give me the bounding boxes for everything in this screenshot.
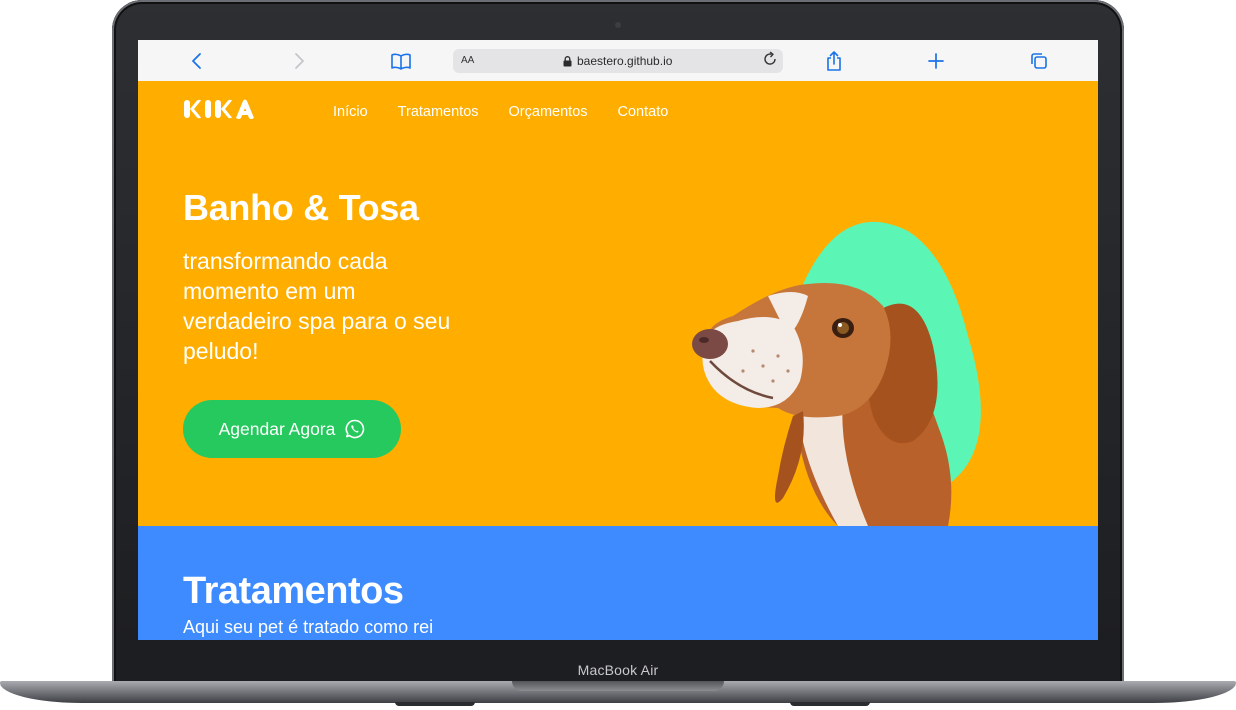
tabs-icon[interactable] (1028, 50, 1050, 72)
browser-toolbar: AA baestero.github.io (138, 40, 1098, 82)
url-text: baestero.github.io (577, 54, 673, 68)
nav-link-inicio[interactable]: Início (333, 104, 368, 120)
laptop-notch (512, 681, 724, 691)
share-icon[interactable] (823, 50, 845, 72)
back-icon[interactable] (186, 50, 208, 72)
new-tab-icon[interactable] (925, 50, 947, 72)
camera-dot (615, 22, 621, 28)
dog-photo (692, 221, 981, 526)
treatments-title: Tratamentos (183, 570, 404, 612)
screen: AA baestero.github.io Início Tratamentos… (138, 40, 1098, 640)
hero-section: Início Tratamentos Orçamentos Contato Ba… (138, 81, 1098, 526)
device-label: MacBook Air (577, 662, 659, 678)
address-bar[interactable]: AA baestero.github.io (453, 49, 783, 73)
bookmarks-icon[interactable] (390, 50, 412, 72)
treatments-section: Tratamentos Aqui seu pet é tratado como … (138, 526, 1098, 640)
treatments-subtitle: Aqui seu pet é tratado como rei (183, 617, 434, 637)
kika-logo[interactable] (183, 97, 261, 126)
nav-link-contato[interactable]: Contato (618, 104, 669, 120)
hero-title: Banho & Tosa (183, 187, 419, 228)
nav-link-tratamentos[interactable]: Tratamentos (398, 104, 479, 120)
laptop-foot (395, 702, 475, 706)
forward-icon[interactable] (288, 50, 310, 72)
schedule-button[interactable]: Agendar Agora (183, 400, 401, 458)
url-display[interactable]: baestero.github.io (563, 54, 672, 68)
hero-subtitle: transformando cada momento em um verdade… (183, 248, 451, 364)
laptop-foot (790, 702, 870, 706)
reload-icon[interactable] (763, 51, 777, 72)
text-size-button[interactable]: AA (461, 55, 474, 66)
lock-icon (563, 55, 572, 66)
nav-link-orcamentos[interactable]: Orçamentos (509, 104, 588, 120)
main-nav: Início Tratamentos Orçamentos Contato (333, 104, 668, 120)
whatsapp-icon (345, 419, 365, 439)
schedule-button-label: Agendar Agora (218, 418, 336, 439)
